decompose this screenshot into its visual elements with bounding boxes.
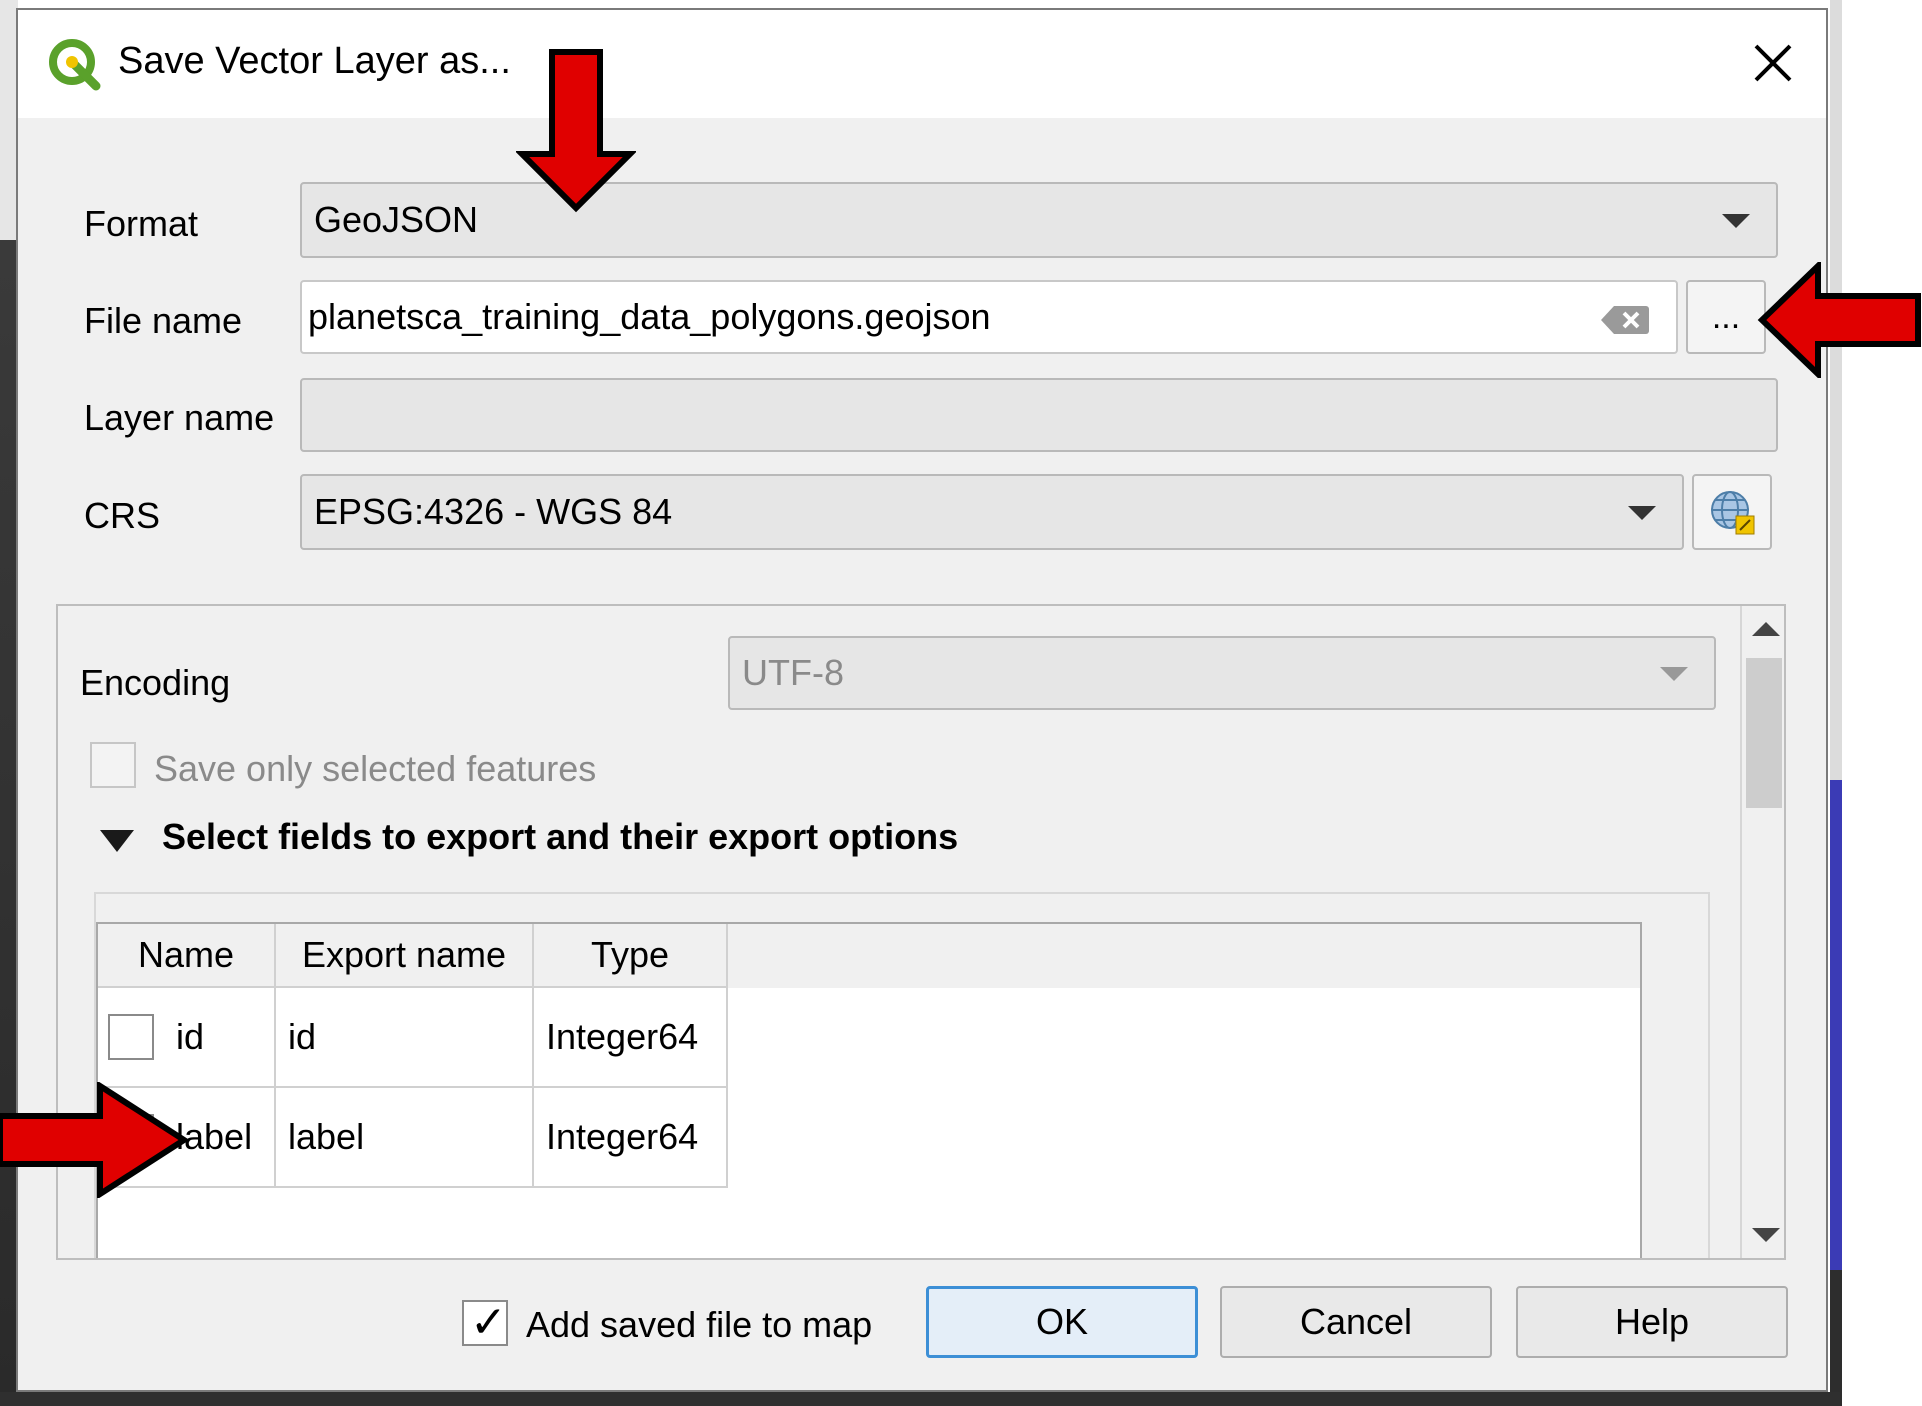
background-map-right <box>1830 0 1922 1406</box>
field-name: id <box>176 1016 205 1057</box>
encoding-value: UTF-8 <box>742 652 844 693</box>
layername-field[interactable] <box>300 378 1778 452</box>
filename-field[interactable]: planetsca_training_data_polygons.geojson <box>300 280 1678 354</box>
encoding-select: UTF-8 <box>728 636 1716 710</box>
encoding-label: Encoding <box>80 662 231 703</box>
scroll-down-arrow-icon[interactable] <box>1752 1228 1780 1242</box>
format-label: Format <box>84 203 199 244</box>
dialog-title: Save Vector Layer as... <box>118 40 511 82</box>
crs-selector-button[interactable] <box>1692 474 1772 550</box>
help-button[interactable]: Help <box>1516 1286 1788 1358</box>
annotation-arrow-left-icon <box>1757 262 1921 378</box>
save-selected-checkbox <box>90 742 136 788</box>
add-to-map-checkbox[interactable]: ✓ <box>462 1300 508 1346</box>
field-type: Integer64 <box>534 1088 728 1188</box>
ok-button[interactable]: OK <box>926 1286 1198 1358</box>
options-scroll-area[interactable]: Encoding UTF-8 Save only selected featur… <box>56 604 1786 1260</box>
column-header-export-name[interactable]: Export name <box>276 924 534 988</box>
title-bar: Save Vector Layer as... <box>18 10 1826 118</box>
add-to-map-label[interactable]: Add saved file to map <box>526 1304 872 1346</box>
format-value: GeoJSON <box>314 199 479 240</box>
crs-label: CRS <box>84 495 161 536</box>
row-checkbox-id[interactable] <box>108 1014 154 1060</box>
layername-label: Layer name <box>84 397 275 438</box>
field-type: Integer64 <box>534 988 728 1088</box>
checkmark-icon: ✓ <box>470 1298 507 1347</box>
browse-button[interactable]: ... <box>1686 280 1766 354</box>
chevron-down-icon <box>1628 506 1656 520</box>
field-export-name[interactable]: id <box>276 988 534 1088</box>
background-map-strip <box>1830 0 1842 1406</box>
scroll-up-arrow-icon[interactable] <box>1752 622 1780 636</box>
annotation-arrow-right-icon <box>0 1082 190 1198</box>
chevron-down-icon <box>1660 667 1688 681</box>
crs-select[interactable]: EPSG:4326 - WGS 84 <box>300 474 1684 550</box>
cancel-button[interactable]: Cancel <box>1220 1286 1492 1358</box>
fields-table: Name Export name Type id id Integer64 ✓ … <box>96 922 1642 1258</box>
scrollbar-thumb[interactable] <box>1746 658 1782 808</box>
save-selected-label: Save only selected features <box>154 748 597 789</box>
chevron-down-icon <box>1722 214 1750 228</box>
field-export-name[interactable]: label <box>276 1088 534 1188</box>
column-header-type[interactable]: Type <box>534 924 728 988</box>
clear-text-icon[interactable] <box>1600 304 1650 336</box>
table-header-filler <box>728 924 1640 988</box>
globe-edit-icon <box>1711 491 1755 535</box>
collapse-triangle-icon[interactable] <box>98 828 136 854</box>
table-row[interactable]: id <box>98 988 276 1088</box>
column-header-name[interactable]: Name <box>98 924 276 988</box>
vertical-scrollbar[interactable] <box>1740 606 1784 1258</box>
crs-value: EPSG:4326 - WGS 84 <box>314 491 673 532</box>
filename-label: File name <box>84 300 243 341</box>
filename-value: planetsca_training_data_polygons.geojson <box>308 296 991 337</box>
fields-section-title[interactable]: Select fields to export and their export… <box>162 816 958 858</box>
annotation-arrow-down-icon <box>516 49 636 213</box>
background-map-bottom <box>0 1392 1840 1406</box>
save-vector-layer-dialog: Save Vector Layer as... Format GeoJSON F… <box>16 8 1828 1392</box>
qgis-logo-icon <box>49 39 101 91</box>
close-icon[interactable] <box>1738 28 1808 98</box>
